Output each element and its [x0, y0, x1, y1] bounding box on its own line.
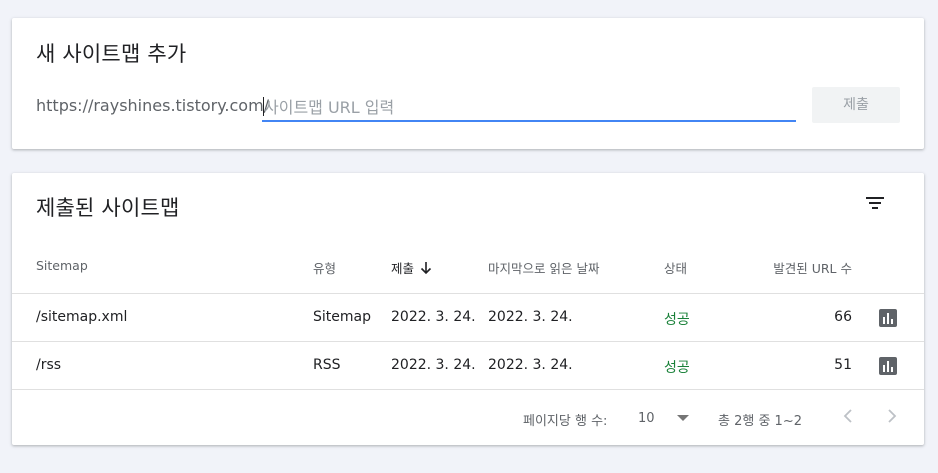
arrow-down-icon	[420, 262, 432, 275]
column-header-last-read[interactable]: 마지막으로 읽은 날짜	[488, 258, 599, 277]
column-header-submitted[interactable]: 제출	[391, 258, 432, 277]
sitemap-path: /sitemap.xml	[36, 309, 128, 325]
sitemap-url-field[interactable]	[262, 94, 796, 122]
pagination-bar: 페이지당 행 수: 10 총 2행 중 1~2	[12, 389, 924, 446]
last-read-date: 2022. 3. 24.	[488, 357, 573, 373]
previous-page-button[interactable]	[836, 404, 860, 428]
sitemap-type: RSS	[313, 357, 341, 373]
rows-per-page-label: 페이지당 행 수:	[523, 414, 608, 429]
pagination-range: 총 2행 중 1~2	[718, 414, 802, 429]
discovered-urls-count: 66	[834, 309, 852, 325]
add-sitemap-card: 새 사이트맵 추가 https://rayshines.tistory.com/…	[12, 18, 924, 149]
sitemap-url-input[interactable]	[264, 94, 792, 120]
bar-chart-icon	[879, 309, 897, 327]
filter-icon	[866, 197, 884, 209]
submit-button[interactable]: 제출	[812, 87, 900, 123]
submitted-sitemaps-card: 제출된 사이트맵 Sitemap 유형 제출 마지막으로 읽은 날짜 상태 발견…	[12, 173, 924, 445]
submitted-date: 2022. 3. 24.	[391, 309, 476, 325]
add-sitemap-title: 새 사이트맵 추가	[36, 42, 187, 66]
url-prefix: https://rayshines.tistory.com/	[36, 96, 270, 115]
status-text: 성공	[664, 360, 690, 376]
status-text: 성공	[664, 312, 690, 328]
last-read-date: 2022. 3. 24.	[488, 309, 573, 325]
table-row[interactable]: /rss RSS 2022. 3. 24. 2022. 3. 24. 성공 51	[12, 341, 924, 390]
next-page-button[interactable]	[880, 404, 904, 428]
column-header-status[interactable]: 상태	[664, 258, 687, 277]
rows-per-page-select[interactable]: 10	[638, 408, 689, 428]
report-chart-button[interactable]	[878, 308, 898, 328]
submitted-sitemaps-title: 제출된 사이트맵	[36, 196, 180, 220]
submitted-date: 2022. 3. 24.	[391, 357, 476, 373]
table-row[interactable]: /sitemap.xml Sitemap 2022. 3. 24. 2022. …	[12, 293, 924, 342]
chevron-right-icon	[888, 409, 897, 423]
column-header-type[interactable]: 유형	[313, 258, 336, 277]
discovered-urls-count: 51	[834, 357, 852, 373]
sitemap-type: Sitemap	[313, 309, 371, 325]
column-header-submitted-label: 제출	[391, 261, 415, 276]
report-chart-button[interactable]	[878, 356, 898, 376]
column-header-discovered-urls[interactable]: 발견된 URL 수	[752, 258, 852, 277]
rows-per-page-value: 10	[638, 410, 655, 426]
filter-button[interactable]	[861, 189, 889, 217]
dropdown-arrow-icon	[676, 415, 689, 421]
sitemap-path: /rss	[36, 357, 62, 373]
bar-chart-icon	[879, 357, 897, 375]
column-header-sitemap[interactable]: Sitemap	[36, 258, 88, 273]
chevron-left-icon	[843, 409, 852, 423]
